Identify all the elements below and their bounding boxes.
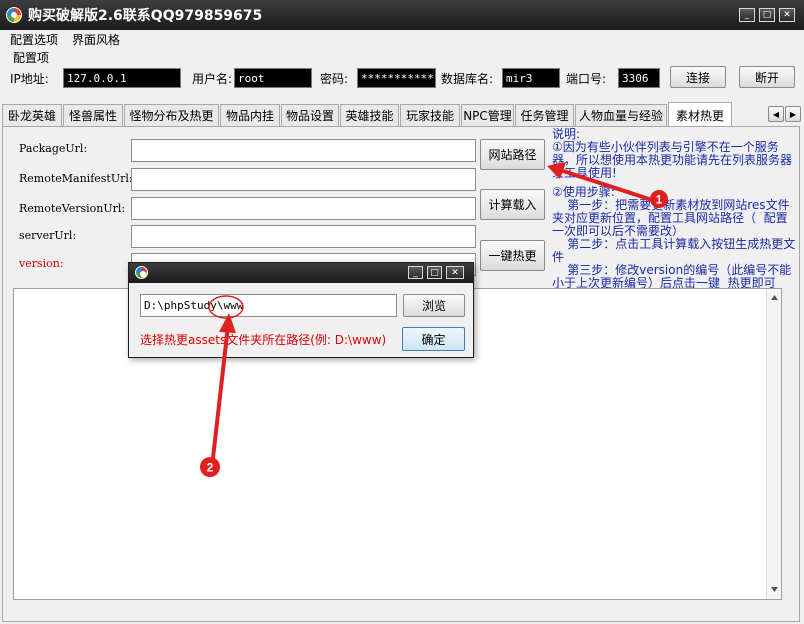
annotation-marker-2-label: 2	[207, 461, 214, 475]
annotation-overlay: 1 2	[200, 162, 668, 477]
annotation-arrow-2	[211, 325, 230, 459]
annotation-arrow-1	[559, 168, 653, 202]
annotation-circle	[208, 295, 244, 319]
annotation-arrowhead-2	[219, 313, 236, 333]
annotation-marker-1-label: 1	[656, 193, 663, 207]
